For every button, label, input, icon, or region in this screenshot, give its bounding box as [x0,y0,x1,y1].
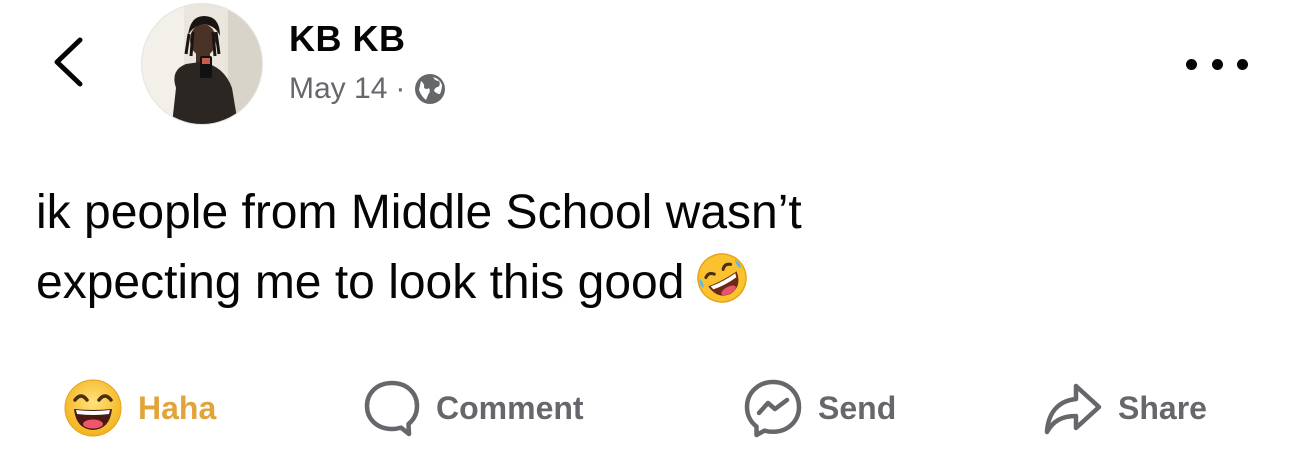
more-dot [1237,58,1248,70]
back-button[interactable] [44,36,92,92]
post-text: ik people from Middle School wasn’t expe… [36,178,1266,318]
comment-icon [362,377,422,439]
post-text-line-2: expecting me to look this good [36,248,1266,318]
rolling-on-floor-laughing-emoji-icon [694,250,750,306]
post-date[interactable]: May 14 [289,72,387,106]
author-name[interactable]: KB KB [289,18,406,60]
post-meta: May 14 · [289,72,447,106]
action-bar: Haha Comment Send Share [0,370,1290,446]
post-text-line-2-text: expecting me to look this good [36,256,685,309]
post-text-line-1: ik people from Middle School wasn’t [36,186,802,239]
share-label: Share [1118,389,1207,426]
more-horizontal-icon [1186,58,1197,70]
haha-reaction-icon [62,377,124,439]
share-button[interactable]: Share [1042,370,1207,446]
chevron-left-icon [52,37,84,92]
send-label: Send [818,389,897,426]
comment-label: Comment [436,389,584,426]
more-options-button[interactable] [1186,52,1248,76]
send-button[interactable]: Send [742,370,896,446]
more-dot [1211,58,1223,70]
haha-reaction-button[interactable]: Haha [62,370,216,446]
messenger-icon [742,377,804,439]
globe-icon [413,72,447,106]
share-arrow-icon [1042,378,1104,438]
avatar[interactable] [142,4,262,124]
haha-reaction-label: Haha [138,389,217,426]
comment-button[interactable]: Comment [362,370,584,446]
meta-separator: · [395,72,406,105]
